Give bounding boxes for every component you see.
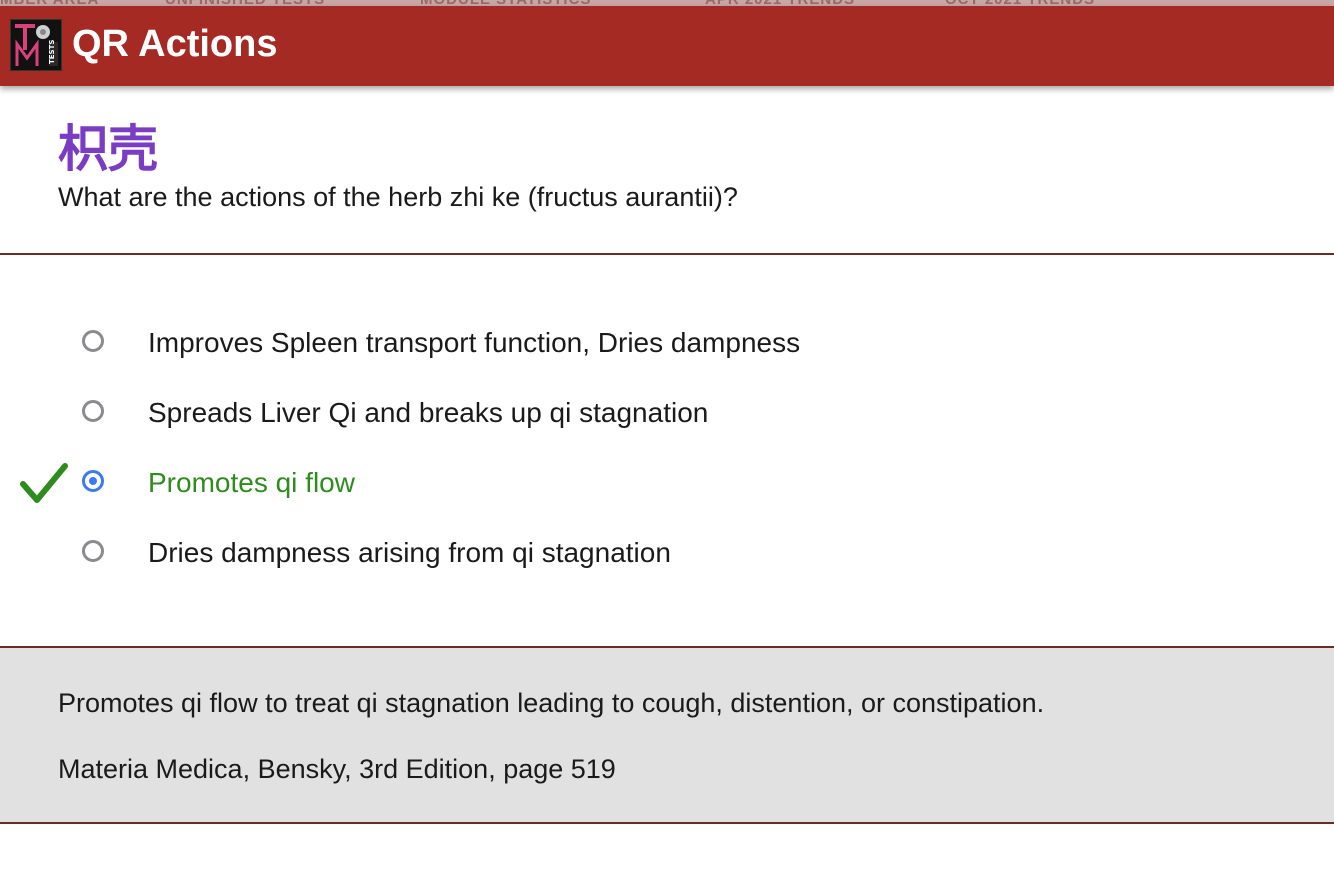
- divider: [0, 253, 1334, 255]
- check-icon: [20, 463, 68, 503]
- answer-option-label: Dries dampness arising from qi stagnatio…: [148, 537, 671, 568]
- logo-graphic: TESTS: [11, 20, 61, 70]
- divider: [0, 822, 1334, 824]
- question-block: 枳壳 What are the actions of the herb zhi …: [58, 118, 738, 214]
- answer-option-1[interactable]: Improves Spleen transport function, Drie…: [0, 316, 1334, 372]
- radio-button[interactable]: [82, 540, 104, 562]
- answer-option-3[interactable]: Promotes qi flow: [0, 456, 1334, 512]
- app-header: TESTS QR Actions: [0, 6, 1334, 86]
- explanation-panel: Promotes qi flow to treat qi stagnation …: [0, 648, 1334, 822]
- radio-button-selected[interactable]: [82, 470, 104, 492]
- explanation-reference: Materia Medica, Bensky, 3rd Edition, pag…: [58, 754, 616, 784]
- radio-button[interactable]: [82, 330, 104, 352]
- answer-option-label: Spreads Liver Qi and breaks up qi stagna…: [148, 397, 709, 428]
- answer-option-4[interactable]: Dries dampness arising from qi stagnatio…: [0, 526, 1334, 582]
- radio-button[interactable]: [82, 400, 104, 422]
- herb-chinese-name: 枳壳: [58, 120, 158, 178]
- answer-option-label-correct: Promotes qi flow: [148, 467, 355, 498]
- question-prompt: What are the actions of the herb zhi ke …: [58, 182, 738, 212]
- answer-option-2[interactable]: Spreads Liver Qi and breaks up qi stagna…: [0, 386, 1334, 442]
- page-title: QR Actions: [72, 23, 278, 65]
- answer-option-label: Improves Spleen transport function, Drie…: [148, 327, 801, 358]
- explanation-text: Promotes qi flow to treat qi stagnation …: [58, 688, 1045, 718]
- tcm-tests-logo[interactable]: TESTS: [10, 19, 62, 71]
- svg-text:TESTS: TESTS: [48, 40, 56, 64]
